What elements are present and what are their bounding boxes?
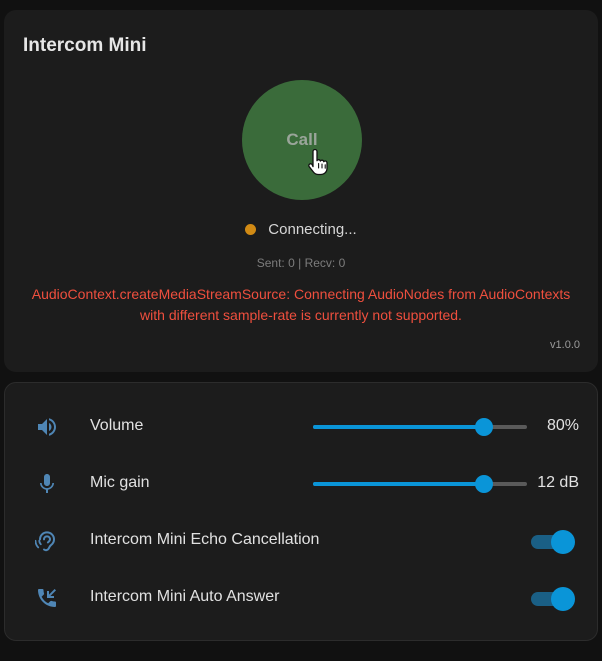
call-button[interactable]: Call — [242, 80, 362, 200]
volume-label: Volume — [90, 417, 144, 434]
mic-gain-slider[interactable] — [313, 475, 527, 493]
auto-answer-label: Intercom Mini Auto Answer — [90, 588, 280, 605]
mic-gain-row: Mic gain 12 dB — [5, 466, 599, 502]
version-label: v1.0.0 — [550, 339, 580, 351]
volume-slider[interactable] — [313, 418, 527, 436]
phone-incoming-icon — [38, 589, 56, 607]
auto-answer-row: Intercom Mini Auto Answer — [5, 580, 599, 616]
volume-row: Volume 80% — [5, 409, 599, 445]
error-message: AudioContext.createMediaStreamSource: Co… — [18, 284, 584, 326]
controls-card: Volume 80% Mic gain 12 dB Intercom Mini … — [4, 382, 598, 641]
auto-answer-toggle[interactable] — [531, 587, 575, 611]
intercom-card: Intercom Mini Call Connecting... Sent: 0… — [4, 10, 598, 372]
status-dot — [245, 224, 257, 235]
echo-cancellation-label: Intercom Mini Echo Cancellation — [90, 531, 320, 548]
mic-gain-slider-thumb[interactable] — [475, 475, 493, 493]
volume-value: 80% — [546, 417, 579, 434]
mic-gain-slider-fill — [313, 482, 484, 486]
card-title: Intercom Mini — [23, 35, 147, 56]
echo-cancellation-row: Intercom Mini Echo Cancellation — [5, 523, 599, 559]
mic-gain-label: Mic gain — [90, 474, 150, 491]
traffic-stats: Sent: 0 | Recv: 0 — [256, 256, 346, 270]
volume-slider-thumb[interactable] — [475, 418, 493, 436]
hand-pointer-icon — [308, 148, 328, 176]
error-line-2: with different sample-rate is currently … — [140, 307, 462, 323]
speaker-icon — [38, 418, 56, 436]
error-line-1: AudioContext.createMediaStreamSource: Co… — [31, 286, 571, 302]
auto-answer-toggle-thumb[interactable] — [551, 587, 575, 611]
microphone-icon — [40, 474, 54, 493]
mic-gain-value: 12 dB — [537, 474, 579, 491]
connection-status: Connecting... — [4, 221, 598, 238]
echo-cancellation-toggle[interactable] — [531, 530, 575, 554]
volume-slider-fill — [313, 425, 484, 429]
echo-cancellation-toggle-thumb[interactable] — [551, 530, 575, 554]
status-text: Connecting... — [268, 221, 357, 238]
ear-icon — [35, 531, 56, 552]
